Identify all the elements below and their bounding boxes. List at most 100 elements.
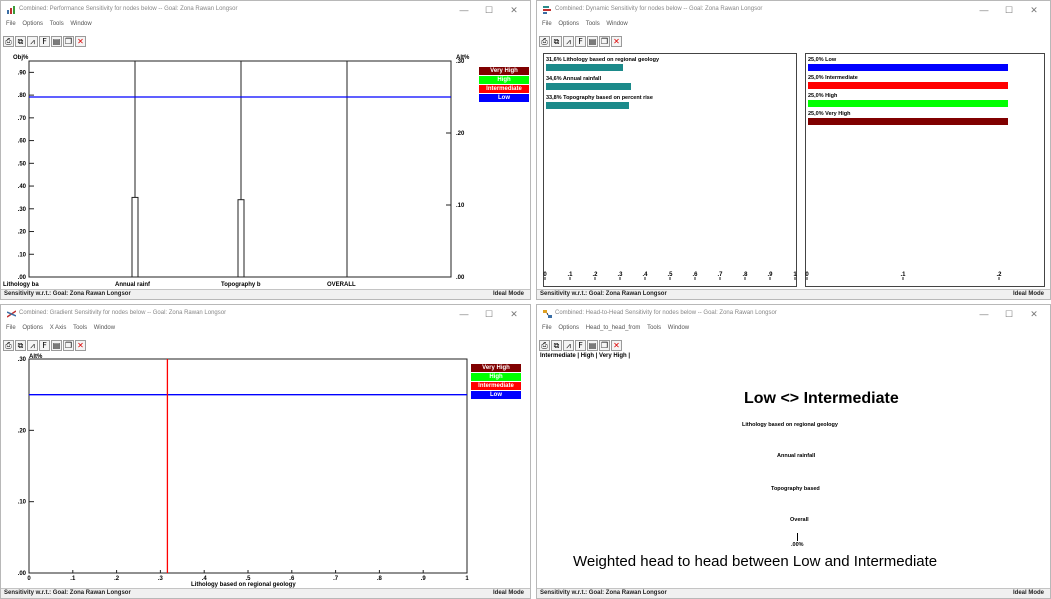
criteria-axis-tick-label: .4 <box>642 272 648 278</box>
legend-high: High <box>471 373 521 381</box>
y-tick-label: .00 <box>18 571 27 577</box>
category-label: OVERALL <box>327 282 356 288</box>
objective-bar <box>131 196 139 278</box>
zero-label: .00% <box>791 542 804 548</box>
menu-bar: File Options Head_to_head_from Tools Win… <box>537 325 1050 337</box>
status-sensitivity: Sensitivity w.r.t.: Goal: Zona Rawan Lon… <box>540 291 667 297</box>
left-tick-label: .70 <box>18 116 27 122</box>
legend-intermediate: Intermediate <box>471 382 521 390</box>
right-tick-label: .20 <box>456 131 465 137</box>
criteria-axis-tick-label: .7 <box>717 272 723 278</box>
menu-file[interactable]: File <box>542 325 552 331</box>
left-tick-label: .50 <box>18 161 27 167</box>
menu-tools[interactable]: Tools <box>647 325 661 331</box>
left-tick-label: .10 <box>18 252 27 258</box>
minimize-icon[interactable]: — <box>973 308 995 320</box>
status-mode: Ideal Mode <box>492 590 524 596</box>
left-tick-label: .90 <box>18 70 27 76</box>
criteria-axis-tick-label: 0 <box>543 272 547 278</box>
category-label: Annual rainf <box>115 282 151 288</box>
left-tick-label: .30 <box>18 207 27 213</box>
menu-head-to-head-from[interactable]: Head_to_head_from <box>586 325 641 331</box>
gradient-sensitivity-window: Combined: Gradient Sensitivity for nodes… <box>0 304 531 599</box>
comparison-heading: Low <> Intermediate <box>744 390 899 407</box>
x-tick-label: 1 <box>465 576 469 582</box>
h2h-item-topography: Topography based <box>771 486 820 492</box>
status-bar: Sensitivity w.r.t.: Goal: Zona Rawan Lon… <box>1 289 530 299</box>
status-bar: Sensitivity w.r.t.: Goal: Zona Rawan Lon… <box>1 588 530 598</box>
legend-very-high: Very High <box>479 67 529 75</box>
h2h-item-lithology: Lithology based on regional geology <box>742 422 838 428</box>
copy-icon[interactable]: ⧉ <box>551 340 562 351</box>
status-mode: Ideal Mode <box>492 291 524 297</box>
alternative-axis-tick-label: .2 <box>996 272 1002 278</box>
x-tick-label: 0 <box>27 576 31 582</box>
x-tick-label: .3 <box>158 576 164 582</box>
menu-options[interactable]: Options <box>558 325 579 331</box>
criteria-axis-tick-label: .6 <box>692 272 698 278</box>
maximize-icon[interactable]: ☐ <box>998 308 1020 320</box>
legend-high: High <box>479 76 529 84</box>
legend-low: Low <box>471 391 521 399</box>
x-tick-label: .9 <box>421 576 427 582</box>
zero-marker <box>797 533 798 541</box>
legend-very-high: Very High <box>471 364 521 372</box>
x-tick-label: .1 <box>70 576 76 582</box>
status-sensitivity: Sensitivity w.r.t.: Goal: Zona Rawan Lon… <box>4 590 131 596</box>
alternative-axis-tick-label: .1 <box>900 272 906 278</box>
layout-icon[interactable]: ▤ <box>587 340 598 351</box>
gradient-chart: .00.10.20.300.1.2.3.4.5.6.7.8.9 1 <box>18 357 470 582</box>
criteria-axis-tick-label: .9 <box>767 272 773 278</box>
category-label: Topography b <box>221 282 261 288</box>
alternative-tabs[interactable]: Intermediate | High | Very High | <box>540 353 630 359</box>
chart-app-icon <box>543 310 552 318</box>
dynamic-sensitivity-window: Combined: Dynamic Sensitivity for nodes … <box>536 0 1051 300</box>
performance-sensitivity-window: Combined: Performance Sensitivity for no… <box>0 0 531 300</box>
right-tick-label: .10 <box>456 203 465 209</box>
left-tick-label: .60 <box>18 139 27 145</box>
alternative-axis-tick-label: 0 <box>805 272 809 278</box>
status-sensitivity: Sensitivity w.r.t.: Goal: Zona Rawan Lon… <box>4 291 131 297</box>
left-tick-label: .80 <box>18 93 27 99</box>
x-tick-label: .2 <box>114 576 120 582</box>
x-tick-label: .7 <box>333 576 339 582</box>
right-tick-label: .00 <box>456 275 465 281</box>
plot-frame <box>28 358 468 574</box>
status-mode: Ideal Mode <box>1012 590 1044 596</box>
legend-low: Low <box>479 94 529 102</box>
close-icon[interactable]: ✕ <box>1023 308 1045 320</box>
right-tick-label: .30 <box>456 59 465 65</box>
category-label: Lithology ba <box>3 282 39 288</box>
dynamic-axes: 0 .1 .2 .3 .4 .5 .6 .7 .8 .9 1 0 .1 .2 <box>543 272 1002 280</box>
status-mode: Ideal Mode <box>1012 291 1044 297</box>
graph-icon[interactable]: ⩘ <box>563 340 574 351</box>
print-icon[interactable]: ⎙ <box>539 340 550 351</box>
windows-icon[interactable]: ❐ <box>599 340 610 351</box>
objective-bar <box>237 199 245 278</box>
title-bar[interactable]: Combined: Head-to-Head Sensitivity for n… <box>537 305 1050 323</box>
status-bar: Sensitivity w.r.t.: Goal: Zona Rawan Lon… <box>537 588 1050 598</box>
font-icon[interactable]: F <box>575 340 586 351</box>
h2h-footer: Weighted head to head between Low and In… <box>573 553 938 570</box>
left-tick-label: .00 <box>18 275 27 281</box>
criteria-axis-tick-label: .1 <box>567 272 573 278</box>
left-tick-label: .40 <box>18 184 27 190</box>
performance-chart: .00 .10 .20 .30 .40 .50 .60 .70 .80 .90 .00 .10 .20.… <box>3 59 465 288</box>
criteria-axis-tick-label: 1 <box>793 272 797 278</box>
h2h-item-overall: Overall <box>790 517 809 523</box>
y-tick-label: .10 <box>18 500 27 506</box>
status-bar: Sensitivity w.r.t.: Goal: Zona Rawan Lon… <box>537 289 1050 299</box>
menu-window[interactable]: Window <box>668 325 689 331</box>
y-tick-label: .30 <box>18 357 27 363</box>
window-title: Combined: Head-to-Head Sensitivity for n… <box>555 310 777 316</box>
criteria-axis-tick-label: .8 <box>742 272 748 278</box>
x-tick-label: .8 <box>377 576 383 582</box>
legend-intermediate: Intermediate <box>479 85 529 93</box>
close-red-icon[interactable]: ✕ <box>611 340 622 351</box>
h2h-item-rainfall: Annual rainfall <box>777 453 816 459</box>
criteria-axis-tick-label: .2 <box>592 272 598 278</box>
y-tick-label: .20 <box>18 428 27 434</box>
criteria-axis-tick-label: .3 <box>617 272 623 278</box>
status-sensitivity: Sensitivity w.r.t.: Goal: Zona Rawan Lon… <box>540 590 667 596</box>
left-tick-label: .20 <box>18 230 27 236</box>
